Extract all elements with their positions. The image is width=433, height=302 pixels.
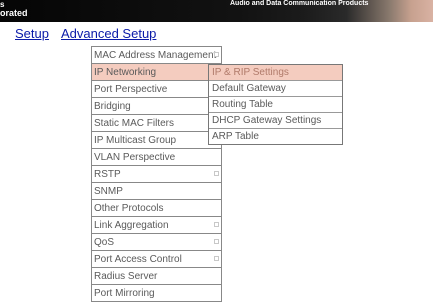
menu-item-label: Port Mirroring: [94, 288, 155, 299]
header-banner: s orated Audio and Data Communication Pr…: [0, 0, 433, 22]
menu-item-mac-address-management[interactable]: MAC Address Management: [92, 47, 221, 64]
menu-item-label: Static MAC Filters: [94, 118, 175, 129]
menu-item-label: RSTP: [94, 169, 121, 180]
menu-item-vlan-perspective[interactable]: VLAN Perspective: [92, 149, 221, 166]
ip-networking-submenu: IP & RIP Settings Default Gateway Routin…: [208, 64, 343, 145]
menu-item-link-aggregation[interactable]: Link Aggregation: [92, 217, 221, 234]
menu-item-rstp[interactable]: RSTP: [92, 166, 221, 183]
menu-item-label: Bridging: [94, 101, 131, 112]
menu-item-snmp[interactable]: SNMP: [92, 183, 221, 200]
submenu-arrow-icon: [214, 222, 219, 227]
menu-item-label: IP Multicast Group: [94, 135, 177, 146]
menu-item-other-protocols[interactable]: Other Protocols: [92, 200, 221, 217]
menu-item-static-mac-filters[interactable]: Static MAC Filters: [92, 115, 221, 132]
menu-item-label: Radius Server: [94, 271, 158, 282]
menu-item-qos[interactable]: QoS: [92, 234, 221, 251]
submenu-arrow-icon: [214, 256, 219, 261]
menu-item-ip-networking[interactable]: IP Networking: [92, 64, 221, 81]
submenu-item-ip-rip-settings[interactable]: IP & RIP Settings: [209, 65, 342, 81]
menu-item-label: Link Aggregation: [94, 220, 169, 231]
brand-line-2: orated: [0, 8, 28, 18]
header-tagline: Audio and Data Communication Products: [230, 0, 369, 7]
menu-item-port-access-control[interactable]: Port Access Control: [92, 251, 221, 268]
menu-item-label: IP Networking: [94, 67, 157, 78]
menu-item-label: VLAN Perspective: [94, 152, 176, 163]
menu-item-label: Other Protocols: [94, 203, 164, 214]
menu-item-label: Port Access Control: [94, 254, 182, 265]
nav-setup-link[interactable]: Setup: [15, 26, 49, 42]
submenu-arrow-icon: [214, 171, 219, 176]
submenu-arrow-icon: [214, 52, 219, 57]
menu-item-port-mirroring[interactable]: Port Mirroring: [92, 285, 221, 302]
submenu-arrow-icon: [214, 239, 219, 244]
menu-item-bridging[interactable]: Bridging: [92, 98, 221, 115]
submenu-item-arp-table[interactable]: ARP Table: [209, 129, 342, 144]
submenu-item-dhcp-gateway-settings[interactable]: DHCP Gateway Settings: [209, 113, 342, 129]
nav-advanced-setup-link[interactable]: Advanced Setup: [61, 26, 156, 42]
menu-item-label: SNMP: [94, 186, 123, 197]
submenu-item-routing-table[interactable]: Routing Table: [209, 97, 342, 113]
menu-item-label: MAC Address Management: [94, 50, 217, 61]
menu-item-port-perspective[interactable]: Port Perspective: [92, 81, 221, 98]
submenu-item-default-gateway[interactable]: Default Gateway: [209, 81, 342, 97]
menu-item-ip-multicast-group[interactable]: IP Multicast Group: [92, 132, 221, 149]
menu-item-label: Port Perspective: [94, 84, 168, 95]
company-logo: s orated: [0, 0, 28, 18]
menu-item-radius-server[interactable]: Radius Server: [92, 268, 221, 285]
menu-item-label: QoS: [94, 237, 115, 248]
